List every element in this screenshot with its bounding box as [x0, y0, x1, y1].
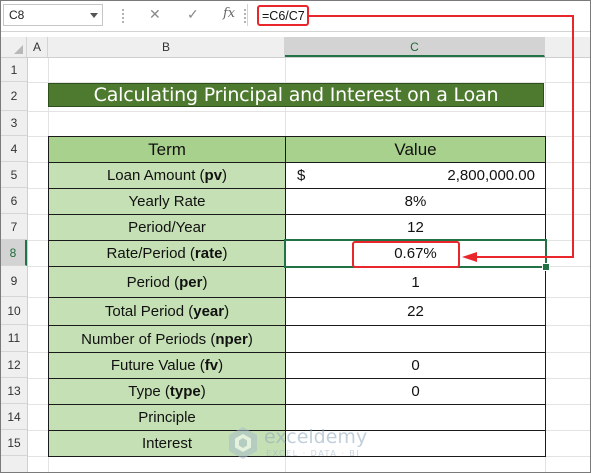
- name-box[interactable]: C8: [3, 4, 103, 26]
- column-header-a[interactable]: A: [27, 37, 48, 57]
- column-header-b[interactable]: B: [48, 37, 285, 57]
- term-cell[interactable]: Period (per): [48, 266, 286, 298]
- value-cell[interactable]: 22: [285, 297, 546, 326]
- row-header-1[interactable]: 1: [1, 58, 27, 82]
- cancel-icon[interactable]: ✕: [149, 6, 161, 23]
- enter-icon[interactable]: ✓: [187, 6, 199, 23]
- row-header-4[interactable]: 4: [1, 136, 27, 162]
- sheet-title[interactable]: Calculating Principal and Interest on a …: [48, 83, 544, 107]
- table-header-term[interactable]: Term: [48, 136, 286, 163]
- term-cell[interactable]: Future Value (fv): [48, 352, 286, 379]
- formula-highlight-box: =C6/C7: [257, 5, 309, 26]
- term-cell[interactable]: Rate/Period (rate): [48, 240, 286, 267]
- row-header-9[interactable]: 9: [1, 266, 27, 297]
- row-header-12[interactable]: 12: [1, 352, 27, 378]
- value-cell[interactable]: 12: [285, 214, 546, 241]
- column-headers: A B C: [1, 37, 590, 58]
- row-header-13[interactable]: 13: [1, 378, 27, 404]
- value-cell[interactable]: 1: [285, 266, 546, 298]
- column-header-c[interactable]: C: [285, 37, 545, 57]
- row-headers: 1 2 3 4 5 6 7 8 9 10 11 12 13 14 15: [1, 58, 28, 472]
- name-box-value: C8: [9, 8, 25, 22]
- value-cell[interactable]: 0: [285, 378, 546, 405]
- term-cell[interactable]: Yearly Rate: [48, 188, 286, 215]
- divider-icon: [244, 7, 246, 25]
- row-header-5[interactable]: 5: [1, 162, 27, 188]
- currency-symbol: $: [297, 167, 306, 184]
- term-cell[interactable]: Period/Year: [48, 214, 286, 241]
- insert-function-icon[interactable]: fx: [223, 6, 235, 21]
- worksheet-grid[interactable]: Calculating Principal and Interest on a …: [28, 58, 590, 472]
- drag-handle-icon[interactable]: [122, 7, 124, 25]
- row-header-3[interactable]: 3: [1, 111, 27, 136]
- formula-text: =C6/C7: [262, 9, 305, 23]
- row-header-8[interactable]: 8: [1, 240, 27, 266]
- watermark-tagline: EXCEL · DATA · BI: [266, 449, 361, 458]
- term-cell[interactable]: Number of Periods (nper): [48, 325, 286, 353]
- row-header-14[interactable]: 14: [1, 404, 27, 430]
- row-header-15[interactable]: 15: [1, 430, 27, 456]
- loan-amount-value: 2,800,000.00: [447, 167, 535, 184]
- formula-bar: C8 ✕ ✓ fx =C6/C7: [1, 1, 590, 32]
- value-cell[interactable]: 0.67%: [285, 240, 546, 267]
- table-header-value[interactable]: Value: [285, 136, 546, 163]
- fill-handle[interactable]: [542, 263, 550, 271]
- watermark-name: exceldemy: [264, 426, 368, 448]
- value-cell[interactable]: 0: [285, 352, 546, 379]
- row-header-11[interactable]: 11: [1, 325, 27, 352]
- term-cell[interactable]: Type (type): [48, 378, 286, 405]
- watermark: exceldemy EXCEL · DATA · BI: [228, 424, 408, 464]
- row-header-10[interactable]: 10: [1, 297, 27, 325]
- exceldemy-logo-icon: [229, 427, 257, 459]
- row-header-6[interactable]: 6: [1, 188, 27, 214]
- select-all-corner[interactable]: [1, 37, 27, 57]
- value-cell[interactable]: $2,800,000.00: [285, 162, 546, 189]
- row-header-2[interactable]: 2: [1, 82, 27, 111]
- excel-window: C8 ✕ ✓ fx =C6/C7 A B C 1 2 3 4 5 6 7 8 9…: [0, 0, 591, 473]
- row-header-7[interactable]: 7: [1, 214, 27, 240]
- value-cell[interactable]: 8%: [285, 188, 546, 215]
- term-cell[interactable]: Loan Amount (pv): [48, 162, 286, 189]
- chevron-down-icon[interactable]: [90, 13, 98, 18]
- term-cell[interactable]: Total Period (year): [48, 297, 286, 326]
- value-cell[interactable]: [285, 325, 546, 353]
